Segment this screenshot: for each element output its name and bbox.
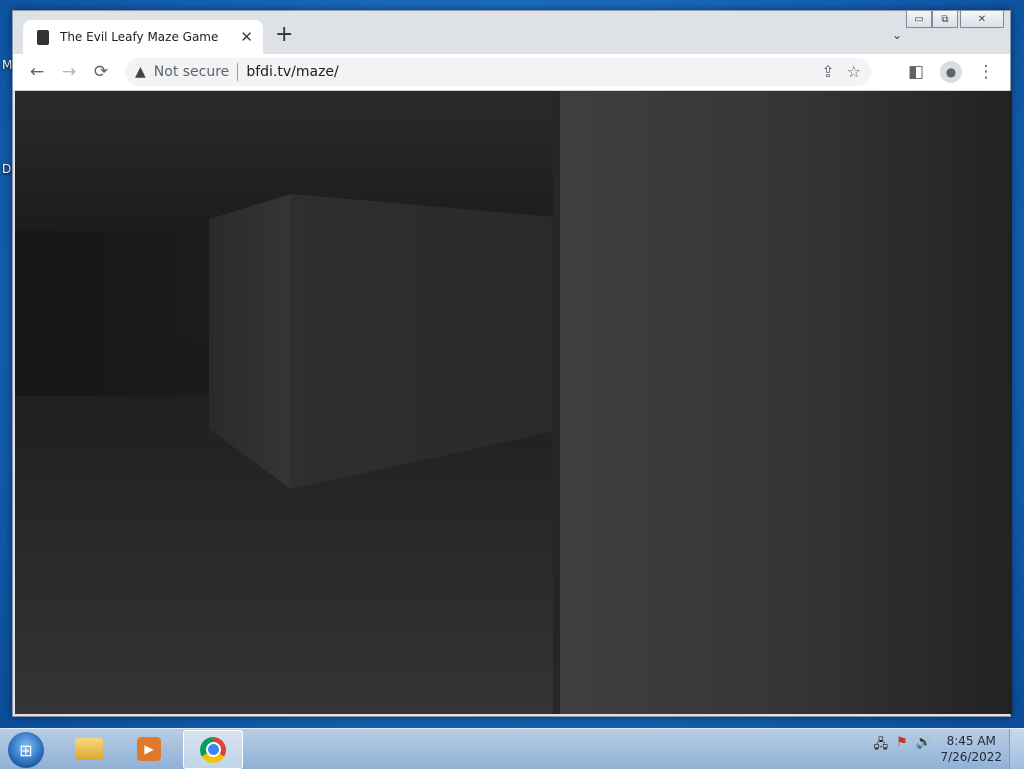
- side-panel-icon[interactable]: ◧: [900, 56, 932, 88]
- system-clock[interactable]: 8:45 AM 7/26/2022: [940, 733, 1002, 765]
- browser-window: ▭ ⧉ ✕ The Evil Leafy Maze Game ✕ + ⌄ ← →…: [12, 10, 1012, 717]
- game-canvas[interactable]: [15, 91, 1012, 714]
- profile-avatar-icon[interactable]: ●: [940, 61, 962, 83]
- security-status[interactable]: Not secure: [154, 64, 230, 80]
- action-center-flag-icon[interactable]: ⚑: [896, 735, 908, 757]
- menu-kebab-icon[interactable]: ⋮: [970, 56, 1002, 88]
- page-favicon-icon: [37, 29, 49, 45]
- reload-icon[interactable]: ⟳: [85, 56, 117, 88]
- browser-toolbar: ← → ⟳ ▲ Not secure bfdi.tv/maze/ ⇪ ☆ ◧ ●…: [13, 54, 1010, 91]
- tab-title: The Evil Leafy Maze Game: [60, 30, 219, 44]
- share-icon[interactable]: ⇪: [821, 62, 834, 81]
- omnibox-actions: ⇪ ☆: [821, 62, 861, 81]
- chrome-icon: [200, 736, 226, 763]
- toolbar-right-tools: ◧ ● ⋮: [900, 56, 1002, 88]
- desktop-icon-label[interactable]: D: [2, 162, 11, 176]
- volume-icon[interactable]: 🔊: [916, 735, 932, 757]
- show-desktop-button[interactable]: [1009, 729, 1024, 769]
- taskbar-media-player[interactable]: ▶: [120, 730, 178, 767]
- back-arrow-icon[interactable]: ←: [21, 56, 53, 88]
- maze-walls: [165, 91, 1012, 714]
- tab-search-chevron-icon[interactable]: ⌄: [892, 28, 902, 42]
- tab-strip: The Evil Leafy Maze Game ✕ + ⌄: [13, 11, 1010, 55]
- tab-maze-game[interactable]: The Evil Leafy Maze Game ✕: [23, 20, 263, 54]
- taskbar-explorer[interactable]: [60, 730, 118, 767]
- clock-date: 7/26/2022: [940, 750, 1002, 764]
- url-text[interactable]: bfdi.tv/maze/: [246, 64, 338, 80]
- clock-time: 8:45 AM: [946, 734, 996, 748]
- omnibox-divider: [237, 63, 239, 81]
- maze-wall-side: [209, 194, 291, 489]
- address-bar[interactable]: ▲ Not secure bfdi.tv/maze/ ⇪ ☆: [125, 58, 871, 86]
- desktop-icon-label[interactable]: M: [2, 58, 12, 72]
- tab-close-icon[interactable]: ✕: [240, 28, 253, 46]
- maze-wall-far: [165, 341, 209, 391]
- start-button[interactable]: ⊞: [8, 732, 44, 768]
- maze-wall-front: [291, 194, 555, 489]
- taskbar-chrome[interactable]: [183, 730, 243, 769]
- forward-arrow-icon[interactable]: →: [53, 56, 85, 88]
- warning-icon[interactable]: ▲: [135, 64, 146, 80]
- media-player-icon: ▶: [137, 736, 161, 761]
- taskbar: ⊞ ▶ 🖧 ⚑ 🔊 8:45 AM 7/26/2022: [0, 728, 1024, 769]
- maze-wall-near: [553, 91, 1012, 714]
- bookmark-star-icon[interactable]: ☆: [847, 62, 861, 81]
- folder-icon: [75, 737, 103, 760]
- network-icon[interactable]: 🖧: [874, 735, 889, 757]
- system-tray: 🖧 ⚑ 🔊: [874, 735, 932, 757]
- new-tab-button[interactable]: +: [275, 24, 293, 46]
- maze-wall-edge: [553, 91, 560, 714]
